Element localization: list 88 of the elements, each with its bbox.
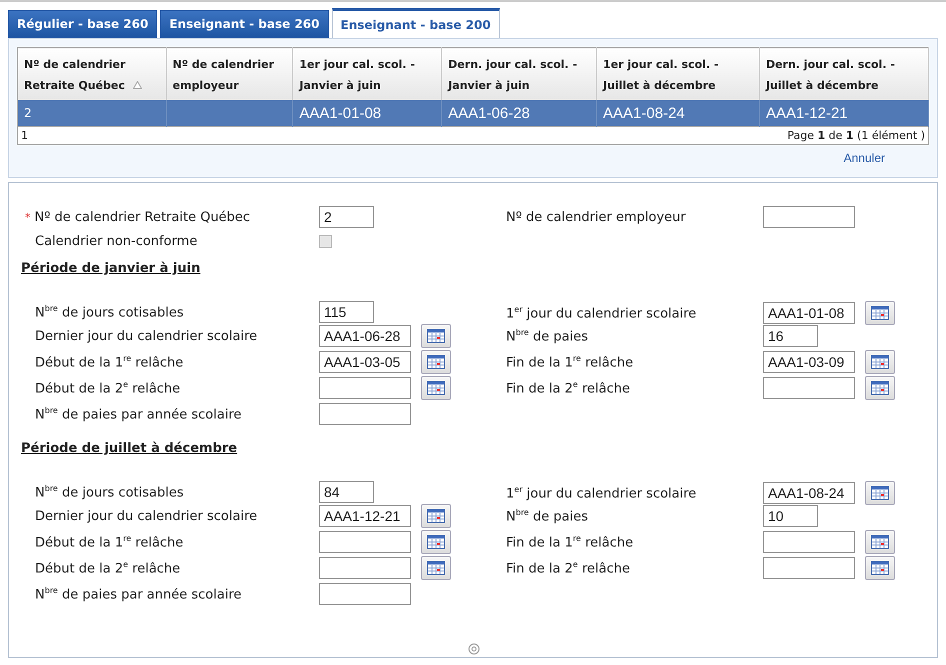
column-header[interactable]: 1er jour cal. scol. - Janvier à juin: [292, 48, 442, 100]
field-label: Début de la 1$^{re}$ relâche: [34, 534, 184, 550]
input-field[interactable]: [319, 557, 411, 579]
table-cell: AAA1-06-28: [448, 104, 530, 122]
checkbox-label: Calendrier non-conforme: [34, 234, 198, 248]
calendar-button[interactable]: [421, 324, 451, 348]
input-field[interactable]: [763, 377, 855, 399]
sort-icon: [132, 81, 142, 89]
calendar-icon: [427, 509, 445, 523]
input-field[interactable]: [319, 583, 411, 605]
calendar-button[interactable]: [421, 376, 451, 400]
field-label: N$^{bre}$ de paies: [506, 328, 589, 344]
input-field[interactable]: 10: [763, 505, 818, 527]
field-label: Début de la 2$^{e}$ relâche: [34, 380, 182, 396]
input-field[interactable]: 115: [319, 301, 374, 323]
input-field[interactable]: AAA1-06-28: [319, 325, 411, 347]
field-label: Fin de la 1$^{re}$ relâche: [506, 354, 634, 370]
column-header[interactable]: Dern. jour cal. scol. - Janvier à juin: [442, 48, 597, 100]
column-header[interactable]: 1er jour cal. scol. - Juillet à décembre: [596, 48, 760, 100]
calendar-icon: [427, 561, 445, 575]
input-field[interactable]: 2: [319, 206, 374, 228]
column-header[interactable]: Dern. jour cal. scol. - Juillet à décembre: [759, 48, 928, 100]
cancel-link[interactable]: Annuler: [844, 151, 885, 165]
field-label: Fin de la 2$^{e}$ relâche: [506, 560, 631, 576]
section-title: Période de janvier à juin: [21, 260, 202, 278]
calendar-icon: [871, 306, 889, 320]
field-label: Fin de la 2$^{e}$ relâche: [506, 380, 631, 396]
table-cell: 2: [24, 106, 32, 120]
field-label: N$^{bre}$ de jours cotisables: [34, 304, 185, 320]
calendar-icon: [427, 329, 445, 343]
tab[interactable]: Enseignant - base 200: [332, 8, 500, 38]
calendar-icon: [427, 535, 445, 549]
input-field[interactable]: AAA1-08-24: [763, 482, 855, 504]
calendar-icon: [871, 535, 889, 549]
calendar-icon: [871, 381, 889, 395]
field-label: N$^{bre}$ de jours cotisables: [34, 484, 185, 500]
calendar-button[interactable]: [865, 556, 895, 580]
input-field[interactable]: AAA1-03-05: [319, 351, 411, 373]
calendar-icon: [427, 381, 445, 395]
tab[interactable]: Enseignant - base 260: [160, 10, 329, 38]
calendar-button[interactable]: [865, 530, 895, 554]
input-field[interactable]: AAA1-01-08: [763, 302, 855, 324]
calendar-button[interactable]: [865, 301, 895, 325]
calendar-icon: [871, 486, 889, 500]
calendar-button[interactable]: [865, 376, 895, 400]
field-label: N$^{bre}$ de paies: [506, 508, 589, 524]
section-title: Période de juillet à décembre: [21, 440, 238, 458]
table-cell: AAA1-01-08: [299, 104, 382, 122]
field-label: N$^{bre}$ de paies par année scolaire: [34, 586, 242, 602]
required-mark: *: [25, 210, 30, 224]
field-label: 1$^{er}$ jour du calendrier scolaire: [506, 484, 698, 502]
field-label: Début de la 1$^{re}$ relâche: [34, 354, 184, 370]
field-label: Nº de calendrier employeur: [506, 210, 687, 224]
tab[interactable]: Régulier - base 260: [8, 10, 158, 38]
table-cell: AAA1-12-21: [766, 104, 848, 122]
resize-handle-icon[interactable]: [467, 643, 481, 657]
field-label: Fin de la 1$^{re}$ relâche: [506, 534, 634, 550]
field-label: Dernier jour du calendrier scolaire: [34, 508, 258, 524]
input-field[interactable]: [763, 557, 855, 579]
calendar-button[interactable]: [421, 556, 451, 580]
table-cell: AAA1-08-24: [603, 104, 685, 122]
column-header[interactable]: Nº de calendrier Retraite Québec: [18, 48, 166, 100]
table-row[interactable]: 2 AAA1-01-08 AAA1-06-28 AAA1-08-24 AAA1-12-21: [18, 100, 928, 126]
calendar-button[interactable]: [421, 530, 451, 554]
field-label: Nº de calendrier Retraite Québec: [34, 210, 250, 224]
pager-text: Page 1 de 1 (1 élément ): [787, 129, 925, 142]
calendar-icon: [871, 355, 889, 369]
input-field[interactable]: 16: [763, 325, 818, 347]
field-label: N$^{bre}$ de paies par année scolaire: [34, 406, 242, 422]
input-field[interactable]: AAA1-03-09: [763, 351, 855, 373]
calendar-button[interactable]: [421, 504, 451, 528]
input-field[interactable]: [763, 531, 855, 553]
input-field[interactable]: [319, 377, 411, 399]
calendar-icon: [427, 355, 445, 369]
calendar-button[interactable]: [865, 350, 895, 374]
input-field[interactable]: AAA1-12-21: [319, 505, 411, 527]
field-label: Début de la 2$^{e}$ relâche: [34, 560, 182, 576]
column-header[interactable]: Nº de calendrier employeur: [166, 48, 293, 100]
input-field[interactable]: [763, 206, 855, 228]
input-field[interactable]: [319, 403, 411, 425]
input-field[interactable]: 84: [319, 481, 374, 503]
field-label: 1$^{er}$ jour du calendrier scolaire: [506, 304, 698, 322]
calendar-icon: [871, 561, 889, 575]
field-label: Dernier jour du calendrier scolaire: [34, 328, 258, 344]
calendar-button[interactable]: [421, 350, 451, 374]
calendar-button[interactable]: [865, 481, 895, 505]
row-count: 1: [21, 129, 28, 142]
input-field[interactable]: [319, 531, 411, 553]
